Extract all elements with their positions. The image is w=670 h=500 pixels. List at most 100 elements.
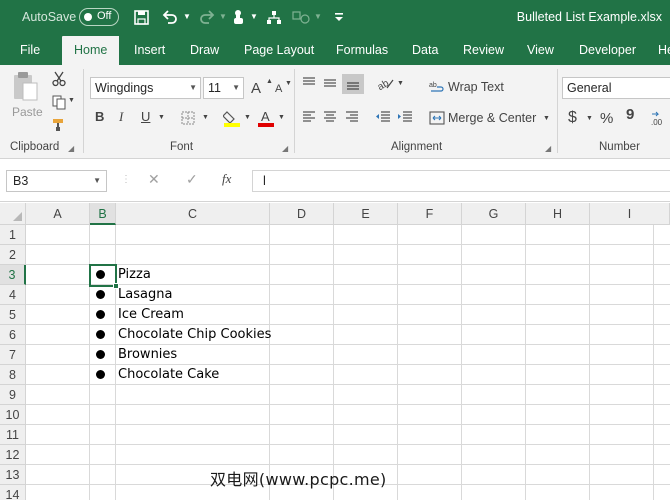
- column-header-e[interactable]: E: [334, 203, 398, 225]
- wrap-text-icon[interactable]: ab: [428, 79, 446, 97]
- insert-function-button[interactable]: fx: [222, 171, 231, 187]
- merge-center-button[interactable]: Merge & Center: [448, 111, 536, 125]
- increase-indent-icon[interactable]: [395, 109, 415, 125]
- font-size-select[interactable]: 11 ▼: [203, 77, 244, 99]
- increase-decimal-icon[interactable]: .00: [650, 109, 670, 127]
- list-item[interactable]: Ice Cream: [118, 305, 184, 325]
- list-item[interactable]: Chocolate Cake: [118, 365, 219, 385]
- row-header-14[interactable]: 14: [0, 485, 26, 500]
- formula-input[interactable]: l: [252, 170, 670, 192]
- row-header-8[interactable]: 8: [0, 365, 26, 385]
- paste-button[interactable]: Paste: [12, 105, 43, 119]
- orientation-dropdown-icon[interactable]: ▼: [397, 80, 404, 87]
- copy-icon[interactable]: [49, 92, 69, 112]
- tab-help[interactable]: He: [648, 36, 670, 65]
- select-all-button[interactable]: [0, 203, 26, 225]
- copy-dropdown-icon[interactable]: ▼: [68, 97, 75, 104]
- row-header-10[interactable]: 10: [0, 405, 26, 425]
- column-header-b[interactable]: B: [90, 203, 116, 225]
- list-item[interactable]: Brownies: [118, 345, 177, 365]
- wrap-text-button[interactable]: Wrap Text: [448, 80, 504, 94]
- tab-insert[interactable]: Insert: [124, 36, 175, 65]
- tab-home[interactable]: Home: [62, 36, 120, 65]
- undo-icon[interactable]: [160, 7, 180, 27]
- enter-entry-button[interactable]: ✓: [186, 171, 198, 188]
- align-right-icon[interactable]: [342, 109, 362, 125]
- cancel-entry-button[interactable]: ✕: [148, 171, 160, 188]
- align-middle-icon[interactable]: [320, 75, 340, 91]
- tab-view[interactable]: View: [517, 36, 564, 65]
- font-color-icon[interactable]: A: [256, 108, 276, 128]
- alignment-launcher-icon[interactable]: ◢: [545, 144, 551, 153]
- row-header-7[interactable]: 7: [0, 345, 26, 365]
- comma-style-button[interactable]: 9: [626, 106, 634, 123]
- fill-handle[interactable]: [113, 283, 119, 289]
- column-header-g[interactable]: G: [462, 203, 526, 225]
- align-top-icon[interactable]: [299, 75, 319, 91]
- undo-dropdown-icon[interactable]: ▼: [183, 12, 191, 21]
- number-format-select[interactable]: General: [562, 77, 670, 99]
- tab-data[interactable]: Data: [402, 36, 448, 65]
- tab-draw[interactable]: Draw: [180, 36, 229, 65]
- customize-icon[interactable]: [329, 7, 349, 27]
- list-item[interactable]: Chocolate Chip Cookies: [118, 325, 271, 345]
- orientation-icon[interactable]: ab: [375, 74, 397, 92]
- touch-mode-icon[interactable]: [229, 7, 249, 27]
- autosave-toggle[interactable]: Off: [79, 8, 119, 26]
- row-header-2[interactable]: 2: [0, 245, 26, 265]
- underline-button[interactable]: U: [141, 109, 150, 124]
- redo-dropdown-icon[interactable]: ▼: [219, 12, 227, 21]
- tab-page-layout[interactable]: Page Layout: [234, 36, 324, 65]
- list-item[interactable]: Pizza: [118, 265, 151, 285]
- row-header-4[interactable]: 4: [0, 285, 26, 305]
- shapes-dropdown-icon[interactable]: ▼: [314, 12, 322, 21]
- format-painter-icon[interactable]: [49, 115, 69, 135]
- tab-developer[interactable]: Developer: [569, 36, 646, 65]
- worksheet-grid[interactable]: A B C D E F G H I 1 2 3 4 5 6 7 8 9 10 1…: [0, 203, 670, 500]
- grow-font-button[interactable]: A: [251, 80, 261, 97]
- list-item[interactable]: Lasagna: [118, 285, 172, 305]
- borders-icon[interactable]: [180, 110, 196, 126]
- tab-formulas[interactable]: Formulas: [326, 36, 398, 65]
- font-launcher-icon[interactable]: ◢: [282, 144, 288, 153]
- column-header-d[interactable]: D: [270, 203, 334, 225]
- align-center-icon[interactable]: [320, 109, 340, 125]
- row-header-13[interactable]: 13: [0, 465, 26, 485]
- font-color-dropdown-icon[interactable]: ▼: [278, 114, 285, 121]
- row-header-11[interactable]: 11: [0, 425, 26, 445]
- shapes-icon[interactable]: [291, 7, 311, 27]
- percent-button[interactable]: %: [600, 110, 613, 127]
- row-header-12[interactable]: 12: [0, 445, 26, 465]
- merge-center-icon[interactable]: [428, 109, 446, 127]
- decrease-indent-icon[interactable]: [373, 109, 393, 125]
- row-header-9[interactable]: 9: [0, 385, 26, 405]
- redo-icon[interactable]: [197, 7, 217, 27]
- paste-icon[interactable]: [13, 71, 39, 101]
- clipboard-launcher-icon[interactable]: ◢: [68, 144, 74, 153]
- align-bottom-icon[interactable]: [342, 74, 364, 94]
- font-family-select[interactable]: Wingdings ▼: [90, 77, 201, 99]
- currency-button[interactable]: $: [568, 109, 577, 127]
- align-left-icon[interactable]: [299, 109, 319, 125]
- currency-dropdown-icon[interactable]: ▼: [586, 115, 593, 122]
- shrink-font-button[interactable]: A: [275, 83, 282, 95]
- column-header-a[interactable]: A: [26, 203, 90, 225]
- borders-dropdown-icon[interactable]: ▼: [202, 114, 209, 121]
- column-header-i[interactable]: I: [590, 203, 670, 225]
- tab-file[interactable]: File: [10, 36, 50, 65]
- italic-button[interactable]: I: [119, 109, 123, 125]
- structure-icon[interactable]: [264, 7, 284, 27]
- column-header-c[interactable]: C: [116, 203, 270, 225]
- bold-button[interactable]: B: [95, 109, 104, 124]
- row-header-6[interactable]: 6: [0, 325, 26, 345]
- row-header-5[interactable]: 5: [0, 305, 26, 325]
- touch-dropdown-icon[interactable]: ▼: [250, 12, 258, 21]
- tab-review[interactable]: Review: [453, 36, 514, 65]
- column-header-f[interactable]: F: [398, 203, 462, 225]
- row-header-3[interactable]: 3: [0, 265, 26, 285]
- name-box[interactable]: B3 ▼: [6, 170, 107, 192]
- underline-dropdown-icon[interactable]: ▼: [158, 114, 165, 121]
- fill-dropdown-icon[interactable]: ▼: [244, 114, 251, 121]
- merge-dropdown-icon[interactable]: ▼: [543, 115, 550, 122]
- row-header-1[interactable]: 1: [0, 225, 26, 245]
